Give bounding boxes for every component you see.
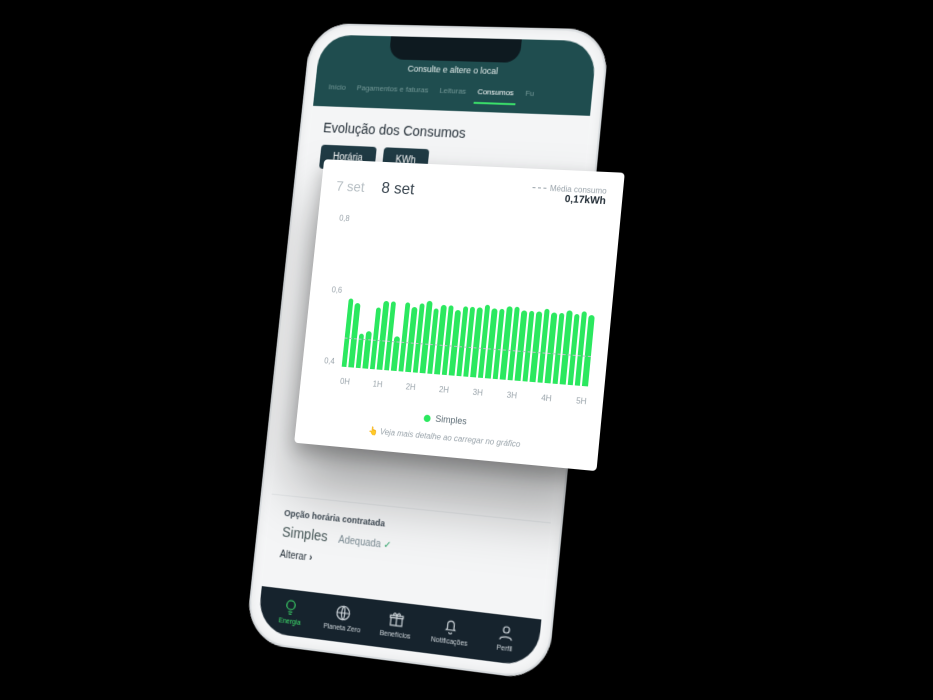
x-tick: 3H — [505, 390, 517, 410]
nav-planeta-zero[interactable]: Planeta Zero — [319, 601, 366, 635]
tariff-block: Opção horária contratada Simples Adequad… — [264, 494, 550, 595]
y-tick: 0,6 — [325, 284, 343, 294]
x-tick: 2H — [404, 382, 416, 401]
date-current[interactable]: 8 set — [380, 180, 415, 200]
x-tick: 4H — [540, 393, 552, 413]
header-tabs: InícioPagamentos e faturasLeiturasConsum… — [323, 71, 584, 108]
avg-consumption: Média consumo 0,17kWh — [530, 183, 607, 207]
tab-consumos[interactable]: Consumos — [473, 83, 517, 105]
y-tick: 0,8 — [332, 213, 350, 223]
user-icon — [496, 623, 515, 644]
nav-label: Notificações — [430, 636, 467, 648]
chart-card: 7 set 8 set Média consumo 0,17kWh 0,8 0,6… — [294, 159, 625, 471]
tariff-value: Simples — [281, 524, 328, 545]
nav-perfil[interactable]: Perfil — [480, 621, 530, 656]
tab-leituras[interactable]: Leituras — [435, 82, 469, 104]
y-tick: 0,4 — [317, 356, 335, 366]
legend-label: Simples — [435, 413, 467, 426]
nav-notificações[interactable]: Notificações — [426, 614, 475, 648]
x-tick: 5H — [575, 396, 587, 416]
tariff-change-button[interactable]: Alterar — [279, 549, 529, 588]
date-prev[interactable]: 7 set — [335, 178, 365, 195]
globe-icon — [334, 603, 353, 623]
device-notch — [389, 36, 522, 63]
nav-label: Energia — [278, 617, 301, 627]
bottom-navbar: Energia Planeta Zero Benefícios Notificaçõe… — [257, 586, 541, 667]
nav-label: Perfil — [496, 644, 512, 653]
bulb-icon — [282, 597, 300, 617]
chart-plot[interactable]: 0,8 0,6 0,4 0H 1H 2H 2H 3H 3H 4H 5H — [314, 213, 603, 416]
tab-fu[interactable]: Fu — [521, 85, 538, 106]
nav-energia[interactable]: Energia — [267, 595, 314, 628]
chart-bars — [342, 215, 604, 387]
legend-dot-icon — [423, 415, 431, 423]
nav-label: Benefícios — [379, 630, 411, 641]
nav-label: Planeta Zero — [323, 623, 361, 635]
section-title: Evolução dos Consumos — [323, 120, 575, 146]
bell-icon — [441, 616, 460, 637]
gift-icon — [387, 609, 406, 629]
x-tick: 1H — [371, 379, 383, 398]
tab-início[interactable]: Início — [325, 79, 350, 100]
x-tick: 0H — [339, 377, 351, 396]
tab-pagamentos-e-faturas[interactable]: Pagamentos e faturas — [353, 79, 432, 102]
nav-benefícios[interactable]: Benefícios — [372, 608, 420, 642]
x-tick: 2H — [438, 385, 450, 404]
tariff-status: Adequada — [338, 535, 392, 552]
x-tick: 3H — [471, 388, 483, 407]
